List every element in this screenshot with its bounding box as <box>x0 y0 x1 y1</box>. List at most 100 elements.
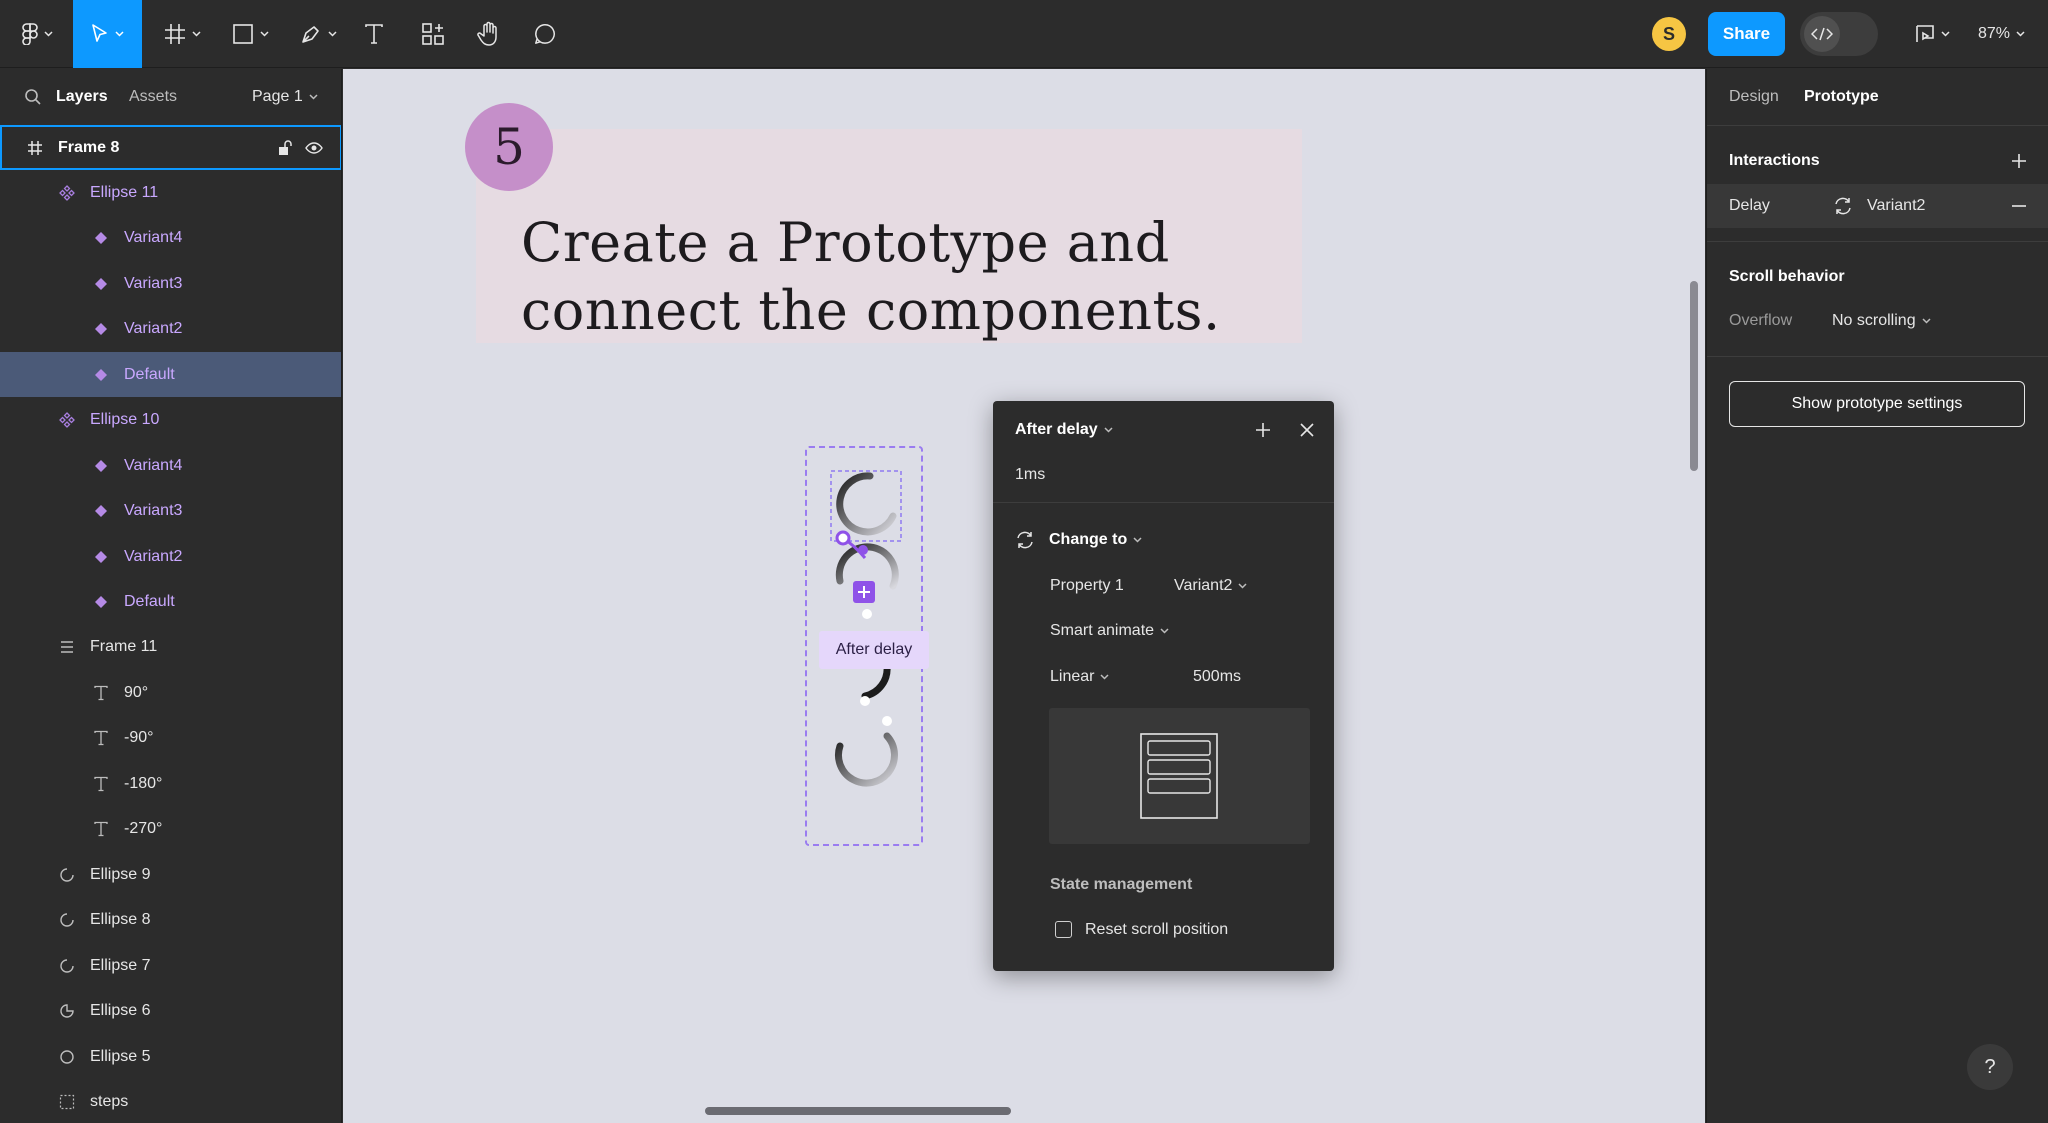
layer-row[interactable]: Frame 8 <box>0 125 341 170</box>
layer-row[interactable]: Variant4 <box>0 443 341 488</box>
text-tool-button[interactable] <box>360 0 388 68</box>
shape-tool-icon <box>232 24 253 44</box>
title-line-2: connect the components. <box>521 279 1221 342</box>
layers-panel-tabs: Layers Assets Page 1 <box>0 69 341 125</box>
delay-input[interactable]: 1ms <box>1015 463 1045 487</box>
visibility-eye-icon[interactable] <box>305 139 323 157</box>
user-avatar[interactable]: S <box>1652 17 1686 51</box>
zoom-level: 87% <box>1978 25 2011 42</box>
duration-input[interactable]: 500ms <box>1193 665 1241 689</box>
layer-name: Variant2 <box>124 547 183 565</box>
reset-scroll-label[interactable]: Reset scroll position <box>1085 918 1228 942</box>
trigger-label: After delay <box>1015 421 1098 438</box>
pen-tool-button[interactable] <box>294 0 342 68</box>
layer-row[interactable]: -90° <box>0 716 341 761</box>
property-value-dropdown[interactable]: Variant2 <box>1174 574 1247 598</box>
arc-icon <box>58 911 76 929</box>
layer-row[interactable]: Ellipse 5 <box>0 1034 341 1079</box>
interaction-row[interactable]: Delay Variant2 <box>1707 184 2048 228</box>
layer-row[interactable]: Variant2 <box>0 307 341 352</box>
layer-row[interactable]: Ellipse 10 <box>0 398 341 443</box>
layer-row[interactable]: Ellipse 9 <box>0 852 341 897</box>
help-button[interactable]: ? <box>1967 1044 2013 1090</box>
layer-row[interactable]: Ellipse 6 <box>0 989 341 1034</box>
present-button[interactable] <box>1908 0 1956 68</box>
layer-row[interactable]: Ellipse 7 <box>0 943 341 988</box>
step-number-badge[interactable]: 5 <box>465 103 553 191</box>
easing-dropdown[interactable]: Linear <box>1050 665 1110 689</box>
hand-tool-button[interactable] <box>474 0 504 68</box>
variant-icon <box>92 275 110 293</box>
layer-row[interactable]: Default <box>0 352 341 398</box>
chevron-down-icon <box>1940 31 1950 37</box>
variant-icon <box>92 548 110 566</box>
component-set-icon <box>58 184 76 202</box>
layer-name: -180° <box>124 774 163 792</box>
layer-name: Variant4 <box>124 456 183 474</box>
move-tool-button[interactable] <box>73 0 142 68</box>
overflow-value: No scrolling <box>1832 312 1916 329</box>
unlock-icon[interactable] <box>276 139 294 157</box>
add-interaction-button[interactable] <box>2007 149 2031 173</box>
horizontal-scrollbar[interactable] <box>705 1107 1011 1115</box>
tab-assets[interactable]: Assets <box>129 69 177 125</box>
tab-layers[interactable]: Layers <box>56 69 108 125</box>
show-prototype-settings-button[interactable]: Show prototype settings <box>1729 381 2025 427</box>
add-action-button[interactable] <box>1251 418 1275 442</box>
layer-row[interactable]: Variant2 <box>0 534 341 579</box>
animation-dropdown[interactable]: Smart animate <box>1050 619 1169 643</box>
layer-row[interactable]: Variant4 <box>0 216 341 261</box>
interaction-target: Variant2 <box>1833 194 1925 218</box>
resources-icon <box>422 23 444 45</box>
layer-name: Ellipse 10 <box>90 411 160 429</box>
layer-row[interactable]: -270° <box>0 807 341 852</box>
chevron-down-icon <box>43 31 53 37</box>
page-selector[interactable]: Page 1 <box>252 69 318 125</box>
present-icon <box>1915 25 1934 42</box>
layer-row[interactable]: Ellipse 8 <box>0 898 341 943</box>
action-dropdown[interactable]: Change to <box>1015 528 1142 552</box>
resources-button[interactable] <box>418 0 448 68</box>
close-popup-button[interactable] <box>1295 418 1319 442</box>
shape-tool-button[interactable] <box>226 0 274 68</box>
vertical-scrollbar[interactable] <box>1690 281 1698 471</box>
comment-button[interactable] <box>530 0 560 68</box>
reset-scroll-checkbox[interactable] <box>1055 921 1072 938</box>
variant-icon <box>92 366 110 384</box>
trigger-dropdown[interactable]: After delay <box>1015 418 1113 442</box>
tab-design[interactable]: Design <box>1729 85 1779 109</box>
layer-row[interactable]: Ellipse 11 <box>0 170 341 215</box>
ellipse-variant-3 <box>861 662 891 700</box>
share-button[interactable]: Share <box>1708 12 1785 56</box>
overflow-label: Overflow <box>1729 312 1793 329</box>
frame-tool-button[interactable] <box>158 0 206 68</box>
figma-menu-button[interactable] <box>14 0 60 68</box>
layer-name: Variant2 <box>124 320 183 338</box>
layer-row[interactable]: 90° <box>0 670 341 715</box>
layer-search-button[interactable] <box>24 69 42 125</box>
properties-panel: Design Prototype Interactions Delay Vari… <box>1706 69 2048 1123</box>
connection-node <box>858 545 868 555</box>
layer-row[interactable]: steps <box>0 1079 341 1123</box>
layer-row[interactable]: Default <box>0 580 341 625</box>
variant-icon <box>92 593 110 611</box>
canvas-title[interactable]: Create a Prototype and connect the compo… <box>521 209 1281 345</box>
after-delay-canvas-label[interactable]: After delay <box>819 631 929 669</box>
layer-row[interactable]: Variant3 <box>0 261 341 306</box>
chevron-down-icon <box>259 31 269 37</box>
dev-mode-toggle[interactable] <box>1800 12 1878 56</box>
layer-row[interactable]: Frame 11 <box>0 625 341 670</box>
variant-icon <box>92 320 110 338</box>
search-icon <box>25 89 41 105</box>
tab-prototype[interactable]: Prototype <box>1804 85 1879 109</box>
layer-name: 90° <box>124 683 149 701</box>
layer-row[interactable]: -180° <box>0 761 341 806</box>
layer-row[interactable]: Variant3 <box>0 489 341 534</box>
ellipse-icon <box>58 1048 76 1066</box>
remove-interaction-button[interactable] <box>2007 194 2031 218</box>
interaction-trigger: Delay <box>1729 197 1770 214</box>
figma-menu-icon <box>21 23 38 45</box>
chevron-down-icon <box>1238 583 1247 589</box>
zoom-control[interactable]: 87% <box>1978 0 2025 68</box>
overflow-dropdown[interactable]: No scrolling <box>1832 309 1931 333</box>
